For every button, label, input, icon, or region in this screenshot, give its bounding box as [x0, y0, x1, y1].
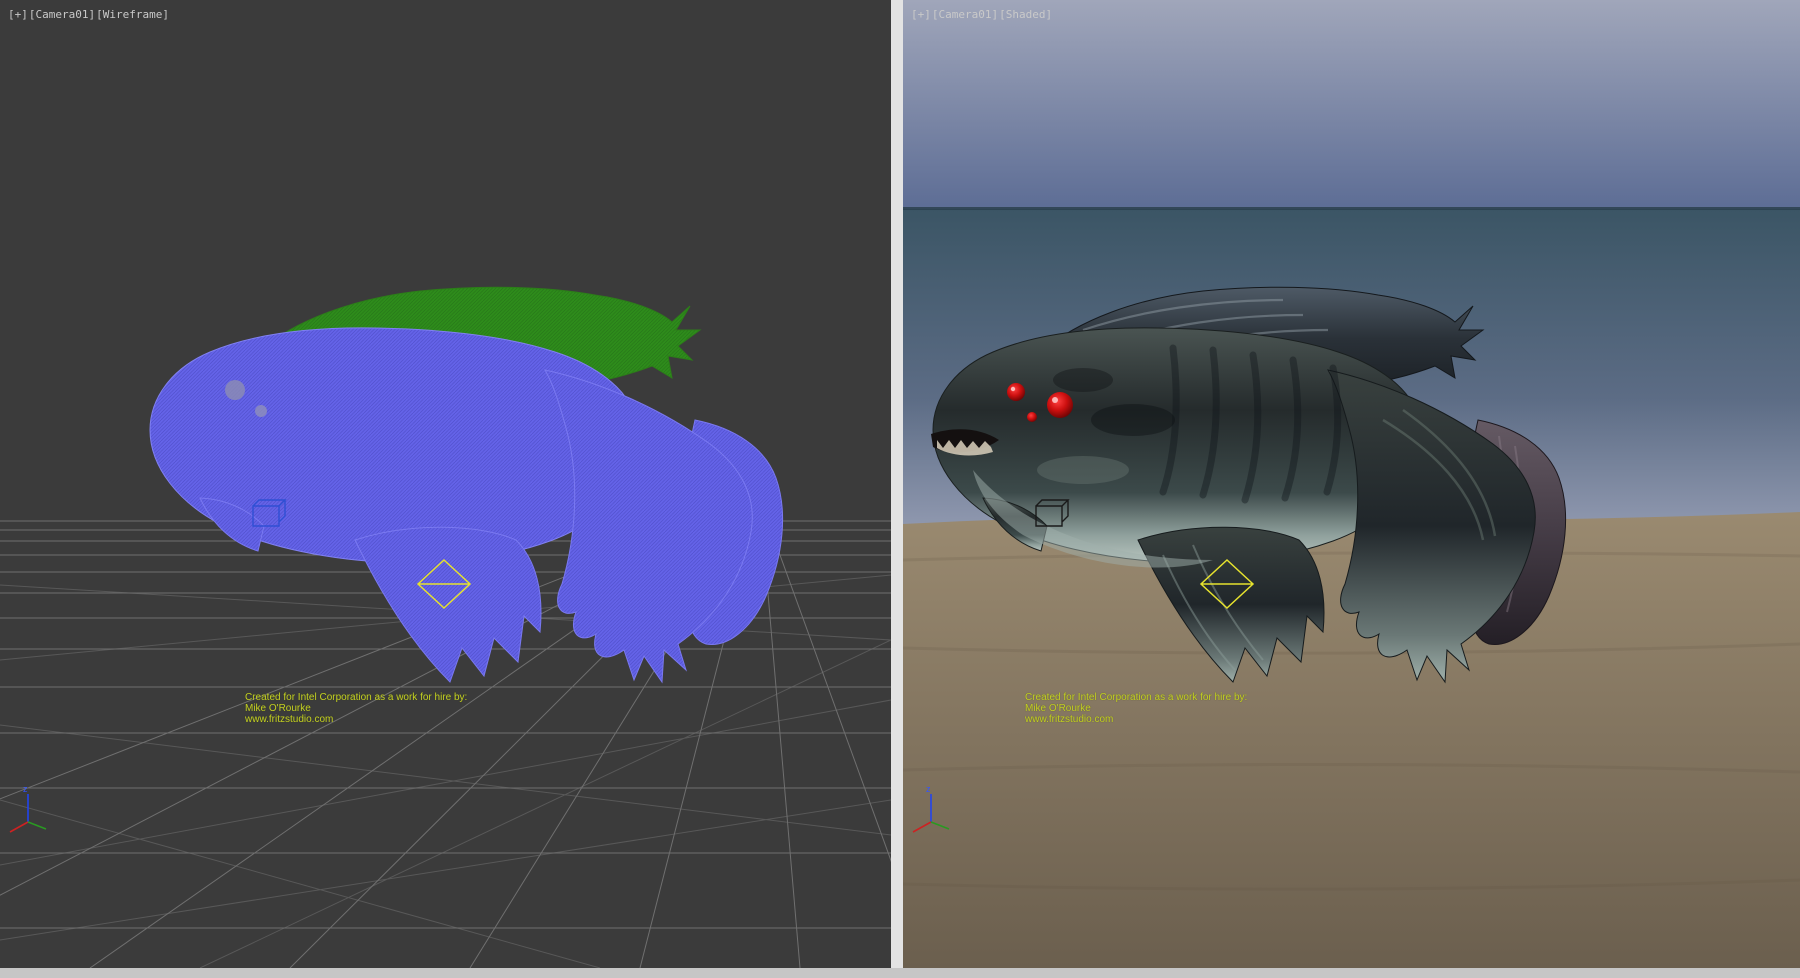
axis-y-line: [28, 822, 46, 829]
watermark-text: Created for Intel Corporation as a work …: [1025, 692, 1247, 725]
watermark-line3: www.fritzstudio.com: [245, 714, 467, 725]
viewport-menu-plus[interactable]: [+]: [8, 8, 28, 21]
shaded-canvas[interactable]: z: [903, 0, 1800, 968]
viewport-splitter[interactable]: [891, 0, 903, 968]
axis-z-label: z: [926, 784, 931, 794]
application-window: z [+][Camera01][Wireframe] Created for I…: [0, 0, 1800, 978]
watermark-line3: www.fritzstudio.com: [1025, 714, 1247, 725]
eye-highlight: [1052, 397, 1058, 403]
world-axis-tripod: z: [10, 784, 46, 832]
horizon-line: [903, 207, 1800, 210]
viewport-label-left: [+][Camera01][Wireframe]: [8, 8, 170, 21]
wireframe-canvas[interactable]: z: [0, 0, 891, 968]
fish-eye-spot: [255, 405, 267, 417]
fish-eye-spot: [225, 380, 245, 400]
axis-x-line: [10, 822, 28, 832]
fish-model-wireframe[interactable]: [150, 287, 783, 682]
axis-z-label: z: [23, 784, 28, 794]
viewport-menu-shading[interactable]: [Shaded]: [999, 8, 1052, 21]
viewport-menu-shading[interactable]: [Wireframe]: [96, 8, 169, 21]
watermark-line2: Mike O'Rourke: [245, 703, 467, 714]
viewport-menu-plus[interactable]: [+]: [911, 8, 931, 21]
watermark-line1: Created for Intel Corporation as a work …: [245, 692, 467, 703]
window-edge: [0, 968, 1800, 978]
viewport-wireframe[interactable]: z [+][Camera01][Wireframe] Created for I…: [0, 0, 891, 968]
watermark-text: Created for Intel Corporation as a work …: [245, 692, 467, 725]
sky-upper: [903, 0, 1800, 209]
eye-highlight: [1011, 387, 1015, 391]
viewport-shaded[interactable]: z [+][Camera01][Shaded] Created for Inte…: [903, 0, 1800, 968]
watermark-line1: Created for Intel Corporation as a work …: [1025, 692, 1247, 703]
viewport-menu-camera[interactable]: [Camera01]: [932, 8, 998, 21]
viewport-label-right: [+][Camera01][Shaded]: [911, 8, 1053, 21]
watermark-line2: Mike O'Rourke: [1025, 703, 1247, 714]
viewport-menu-camera[interactable]: [Camera01]: [29, 8, 95, 21]
